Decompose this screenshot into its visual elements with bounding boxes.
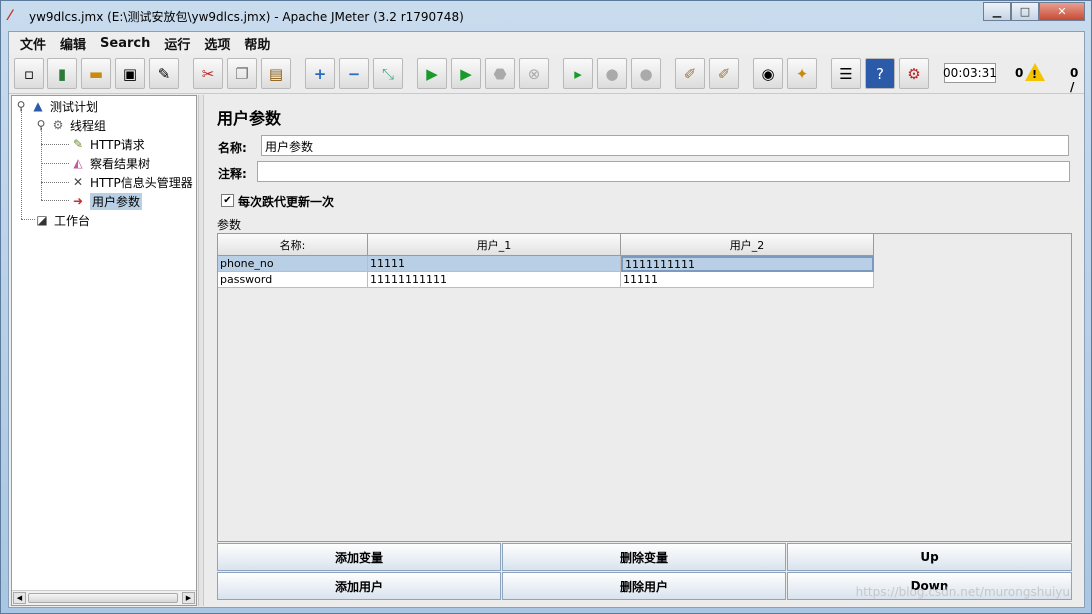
table-cell[interactable]: 1111111111 <box>621 256 874 272</box>
warning-exclamation: ! <box>1032 68 1038 81</box>
toolbar: ▫ ▮ ▬ ▣ ✎ ✂ ❐ ▤ + − ⤡ ▶ ▶ ⬣ ⊗ ▸ ● ● ✐ ✐ … <box>9 54 1084 94</box>
view-results-tree-icon: ◭ <box>73 156 83 170</box>
tree-node-header-manager[interactable]: ✕ HTTP信息头管理器 <box>70 173 193 191</box>
tree-node-workbench[interactable]: ◪ 工作台 <box>34 211 90 229</box>
paste-icon[interactable]: ▤ <box>261 58 291 89</box>
start-no-pause-icon[interactable]: ▶ <box>451 58 481 89</box>
delete-variable-button[interactable]: 删除变量 <box>502 543 786 571</box>
shutdown-icon[interactable]: ⊗ <box>519 58 549 89</box>
table-row[interactable]: phone_no 11111 1111111111 <box>218 256 874 272</box>
maximize-button[interactable]: □ <box>1011 2 1039 21</box>
parameters-label: 参数 <box>217 218 242 232</box>
save-icon[interactable]: ▣ <box>115 58 145 89</box>
per-iteration-label: 每次跌代更新一次 <box>238 195 335 209</box>
tree-node-http-request[interactable]: ✎ HTTP请求 <box>70 135 145 153</box>
client-area: 文件 编辑 Search 运行 选项 帮助 ▫ ▮ ▬ ▣ ✎ ✂ ❐ ▤ + … <box>8 31 1085 608</box>
per-iteration-checkbox[interactable]: ✔ <box>221 194 234 207</box>
open-icon[interactable]: ▬ <box>81 58 111 89</box>
tree-horizontal-scrollbar[interactable]: ◀ ▶ <box>12 590 196 605</box>
templates-icon[interactable]: ▮ <box>47 58 77 89</box>
add-user-button[interactable]: 添加用户 <box>217 572 501 600</box>
clear-all-icon[interactable]: ✐ <box>709 58 739 89</box>
test-plan-icon: ▲ <box>33 99 43 113</box>
table-cell[interactable]: password <box>218 272 368 288</box>
tree-node-view-results-tree[interactable]: ◭ 察看结果树 <box>70 154 150 172</box>
table-header: 名称: 用户_1 用户_2 <box>218 234 874 256</box>
thread-group-icon: ⚙ <box>52 118 64 132</box>
delete-user-button[interactable]: 删除用户 <box>502 572 786 600</box>
search-icon[interactable]: ◉ <box>753 58 783 89</box>
up-button[interactable]: Up <box>787 543 1072 571</box>
comment-label: 注释: <box>218 167 247 181</box>
menu-file[interactable]: 文件 <box>13 34 53 53</box>
table-cell[interactable]: 11111 <box>368 256 621 272</box>
new-icon[interactable]: ▫ <box>14 58 44 89</box>
warning-count: 0 <box>1015 66 1024 80</box>
start-icon[interactable]: ▶ <box>417 58 447 89</box>
comment-input[interactable] <box>257 161 1070 182</box>
toggle-icon[interactable]: ⤡ <box>373 58 403 89</box>
tree-node-user-parameters[interactable]: ➜ 用户参数 <box>70 192 143 210</box>
jmeter-feather-icon: ⁄ <box>9 8 12 24</box>
user-parameters-panel: 用户参数 名称: 用户参数 注释: ✔ 每次跌代更新一次 参数 名称: 用户_1… <box>207 95 1079 606</box>
test-plan-tree: ⚲ ▲ 测试计划 ⚲ ⚙ 线程组 ✎ HTTP请求 ◭ 察看结果树 ✕ HTTP… <box>11 95 197 606</box>
parameters-table: 名称: 用户_1 用户_2 phone_no 11111 1111111111 … <box>217 233 1072 542</box>
window-controls: ▁ □ ✕ <box>983 2 1085 21</box>
menu-edit[interactable]: 编辑 <box>53 34 93 53</box>
remote-exit-icon[interactable]: ● <box>631 58 661 89</box>
collapse-icon[interactable]: − <box>339 58 369 89</box>
elapsed-time: 00:03:31 <box>943 63 997 83</box>
scroll-right-icon[interactable]: ▶ <box>182 592 195 604</box>
tree-node-test-plan[interactable]: ⚲ ▲ 测试计划 <box>16 97 98 115</box>
scroll-left-icon[interactable]: ◀ <box>13 592 26 604</box>
menu-bar: 文件 编辑 Search 运行 选项 帮助 <box>9 32 1084 54</box>
reset-search-icon[interactable]: ✦ <box>787 58 817 89</box>
remote-stop-icon[interactable]: ● <box>597 58 627 89</box>
menu-search[interactable]: Search <box>93 36 157 51</box>
table-cell[interactable]: phone_no <box>218 256 368 272</box>
remote-icon[interactable]: ⚙ <box>899 58 929 89</box>
name-label: 名称: <box>218 141 247 155</box>
clear-icon[interactable]: ✐ <box>675 58 705 89</box>
header-manager-icon: ✕ <box>72 175 84 189</box>
close-button[interactable]: ✕ <box>1039 2 1085 21</box>
title-bar: ⁄ yw9dlcs.jmx (E:\测试安放包\yw9dlcs.jmx) - A… <box>1 1 1091 31</box>
copy-icon[interactable]: ❐ <box>227 58 257 89</box>
menu-run[interactable]: 运行 <box>157 34 197 53</box>
table-cell[interactable]: 11111 <box>621 272 874 288</box>
column-header-user-1[interactable]: 用户_1 <box>368 234 621 256</box>
stop-icon[interactable]: ⬣ <box>485 58 515 89</box>
function-helper-icon[interactable]: ☰ <box>831 58 861 89</box>
save-as-icon[interactable]: ✎ <box>149 58 179 89</box>
expand-toggle-icon[interactable]: ⚲ <box>16 98 26 114</box>
expand-icon[interactable]: + <box>305 58 335 89</box>
workbench-icon: ◪ <box>36 213 48 227</box>
active-threads: 0 / <box>1070 66 1079 94</box>
panel-title: 用户参数 <box>217 109 282 128</box>
http-sampler-icon: ✎ <box>72 137 84 151</box>
panel-splitter[interactable] <box>198 95 204 606</box>
watermark: https://blog.csdn.net/murongshuiyu <box>855 585 1070 599</box>
jmeter-window: ⁄ yw9dlcs.jmx (E:\测试安放包\yw9dlcs.jmx) - A… <box>0 0 1092 614</box>
user-parameters-icon: ➜ <box>72 194 84 208</box>
table-cell[interactable]: 11111111111 <box>368 272 621 288</box>
add-variable-button[interactable]: 添加变量 <box>217 543 501 571</box>
remote-start-icon[interactable]: ▸ <box>563 58 593 89</box>
tree-node-thread-group[interactable]: ⚲ ⚙ 线程组 <box>36 116 106 134</box>
column-header-name[interactable]: 名称: <box>218 234 368 256</box>
menu-help[interactable]: 帮助 <box>237 34 277 53</box>
expand-toggle-icon[interactable]: ⚲ <box>36 117 46 133</box>
minimize-button[interactable]: ▁ <box>983 2 1011 21</box>
table-row[interactable]: password 11111111111 11111 <box>218 272 874 288</box>
scroll-thumb[interactable] <box>28 593 178 603</box>
cut-icon[interactable]: ✂ <box>193 58 223 89</box>
menu-options[interactable]: 选项 <box>197 34 237 53</box>
help-icon[interactable]: ? <box>865 58 895 89</box>
column-header-user-2[interactable]: 用户_2 <box>621 234 874 256</box>
name-input[interactable]: 用户参数 <box>261 135 1069 156</box>
window-title: yw9dlcs.jmx (E:\测试安放包\yw9dlcs.jmx) - Apa… <box>29 10 464 24</box>
